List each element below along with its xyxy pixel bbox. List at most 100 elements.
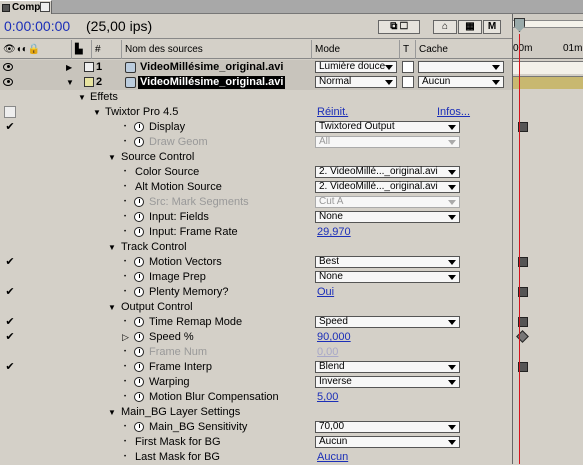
keyframe-checkbox[interactable]: ✔ <box>4 256 16 268</box>
property-value[interactable]: 5,00 <box>317 390 338 405</box>
current-time-indicator[interactable] <box>519 34 520 464</box>
property-row[interactable]: • Warping Inverse <box>0 375 512 390</box>
mode-header[interactable]: Mode <box>312 40 400 59</box>
expand-triangle-icon[interactable]: ▼ <box>93 105 101 120</box>
property-value-select[interactable]: Cut A <box>315 196 460 208</box>
label-color-box[interactable] <box>84 77 94 87</box>
property-row[interactable]: • First Mask for BG Aucun <box>0 435 512 450</box>
property-row[interactable]: • Frame Num 0,00 <box>0 345 512 360</box>
property-value-select[interactable]: All <box>315 136 460 148</box>
stopwatch-icon[interactable] <box>134 422 144 432</box>
stopwatch-icon[interactable] <box>134 272 144 282</box>
eye-icon[interactable] <box>3 78 13 86</box>
label-color-box[interactable] <box>84 62 94 72</box>
stopwatch-icon[interactable] <box>134 122 144 132</box>
property-row[interactable]: ✔ • Time Remap Mode Speed <box>0 315 512 330</box>
layer-row[interactable]: ▼ 2 VideoMillésime_original.avi Normal Aucun <box>0 75 512 90</box>
cache-select[interactable]: Aucun <box>418 76 504 88</box>
effect-row[interactable]: ▼ Twixtor Pro 4.5 Réinit. Infos... <box>0 105 512 120</box>
property-row[interactable]: ✔ • Plenty Memory? Oui <box>0 285 512 300</box>
property-row[interactable]: ✔ • Display Twixtored Output <box>0 120 512 135</box>
blend-mode-select[interactable]: Normal <box>315 76 397 88</box>
property-row[interactable]: • Src: Mark Segments Cut A <box>0 195 512 210</box>
keyframe-checkbox[interactable]: ✔ <box>4 121 16 133</box>
cache-select[interactable] <box>418 61 504 73</box>
expand-triangle-icon[interactable]: ▷ <box>122 330 129 345</box>
property-row[interactable]: • Input: Fields None <box>0 210 512 225</box>
stopwatch-icon[interactable] <box>134 392 144 402</box>
expand-triangle-icon[interactable]: ▼ <box>108 150 116 165</box>
property-value-select[interactable]: Aucun <box>315 436 460 448</box>
current-time[interactable]: 0:00:00:00 <box>4 18 70 34</box>
reset-link[interactable]: Réinit. <box>317 105 348 120</box>
time-ruler[interactable]: 00m 01m <box>513 14 583 59</box>
index-header[interactable]: # <box>92 40 122 59</box>
source-name-header[interactable]: Nom des sources <box>122 40 312 59</box>
property-row[interactable]: ▼ Output Control <box>0 300 512 315</box>
infos-link[interactable]: Infos... <box>437 105 470 120</box>
property-row[interactable]: ▼ Track Control <box>0 240 512 255</box>
trackmatte-header[interactable]: T <box>400 40 416 59</box>
draft-3d-button[interactable]: ▦ <box>458 20 482 34</box>
property-row[interactable]: ✔ ▷ Speed % 90,000 <box>0 330 512 345</box>
property-row[interactable]: • Image Prep None <box>0 270 512 285</box>
property-row[interactable]: ▼ Main_BG Layer Settings <box>0 405 512 420</box>
keyframe-checkbox[interactable]: ✔ <box>4 361 16 373</box>
layer-duration-bar[interactable] <box>513 61 583 74</box>
layer-name[interactable]: VideoMillésime_original.avi <box>138 61 285 74</box>
property-row[interactable]: ✔ • Frame Interp Blend <box>0 360 512 375</box>
property-value-select[interactable]: Twixtored Output <box>315 121 460 133</box>
stopwatch-icon[interactable] <box>134 362 144 372</box>
expand-triangle-icon[interactable]: ▼ <box>108 300 116 315</box>
expand-triangle-icon[interactable]: ▼ <box>78 90 86 105</box>
stopwatch-icon[interactable] <box>134 332 144 342</box>
property-value[interactable]: Oui <box>317 285 334 300</box>
stopwatch-icon[interactable] <box>134 377 144 387</box>
expand-triangle-icon[interactable]: ▼ <box>108 240 116 255</box>
shy-layers-button[interactable]: ⧉ ☐ <box>378 20 420 34</box>
property-value-select[interactable]: Best <box>315 256 460 268</box>
property-value-select[interactable]: 2. VideoMillé..._original.avi <box>315 166 460 178</box>
property-row[interactable]: • Draw Geom All <box>0 135 512 150</box>
frame-blending-button[interactable]: ⌂ <box>433 20 457 34</box>
stopwatch-icon[interactable] <box>134 197 144 207</box>
property-row[interactable]: • Motion Blur Compensation 5,00 <box>0 390 512 405</box>
expand-triangle-icon[interactable]: ▼ <box>108 405 116 420</box>
property-value-select[interactable]: Blend <box>315 361 460 373</box>
property-value-select[interactable]: None <box>315 271 460 283</box>
expand-triangle-icon[interactable]: ▶ <box>66 60 72 75</box>
property-value[interactable]: 0,00 <box>317 345 338 360</box>
property-value-select[interactable]: 70,00 <box>315 421 460 433</box>
trackmatte-checkbox[interactable] <box>402 76 414 88</box>
property-value-select[interactable]: Inverse <box>315 376 460 388</box>
playhead-handle[interactable] <box>514 18 525 32</box>
motion-blur-button[interactable]: M <box>483 20 501 34</box>
stopwatch-icon[interactable] <box>134 137 144 147</box>
layer-name[interactable]: VideoMillésime_original.avi <box>138 76 286 89</box>
close-icon[interactable] <box>40 2 50 12</box>
layer-row[interactable]: ▶ 1 VideoMillésime_original.avi Lumière dou… <box>0 60 512 75</box>
keyframe-checkbox[interactable]: ✔ <box>4 331 16 343</box>
tab-comp-1[interactable]: Comp 1 <box>0 0 52 14</box>
stopwatch-icon[interactable] <box>134 212 144 222</box>
stopwatch-icon[interactable] <box>134 257 144 267</box>
keyframe-checkbox[interactable]: ✔ <box>4 316 16 328</box>
layer-duration-bar[interactable] <box>513 76 583 89</box>
property-value-select[interactable]: 2. VideoMillé..._original.avi <box>315 181 460 193</box>
property-row[interactable]: ✔ • Motion Vectors Best <box>0 255 512 270</box>
property-row[interactable]: • Color Source 2. VideoMillé..._original.a… <box>0 165 512 180</box>
stopwatch-icon[interactable] <box>134 317 144 327</box>
stopwatch-icon[interactable] <box>134 227 144 237</box>
cache-header[interactable]: Cache <box>416 40 512 59</box>
effects-group[interactable]: ▼ Effets <box>0 90 512 105</box>
effect-enable-checkbox[interactable] <box>4 106 16 118</box>
property-value[interactable]: Aucun <box>317 450 348 465</box>
property-value[interactable]: 90,000 <box>317 330 351 345</box>
property-row[interactable]: • Main_BG Sensitivity 70,00 <box>0 420 512 435</box>
property-row[interactable]: • Last Mask for BG Aucun <box>0 450 512 465</box>
property-value[interactable]: 29,970 <box>317 225 351 240</box>
property-row[interactable]: • Input: Frame Rate 29,970 <box>0 225 512 240</box>
blend-mode-select[interactable]: Lumière douce <box>315 61 397 73</box>
property-value-select[interactable]: None <box>315 211 460 223</box>
property-row[interactable]: ▼ Source Control <box>0 150 512 165</box>
